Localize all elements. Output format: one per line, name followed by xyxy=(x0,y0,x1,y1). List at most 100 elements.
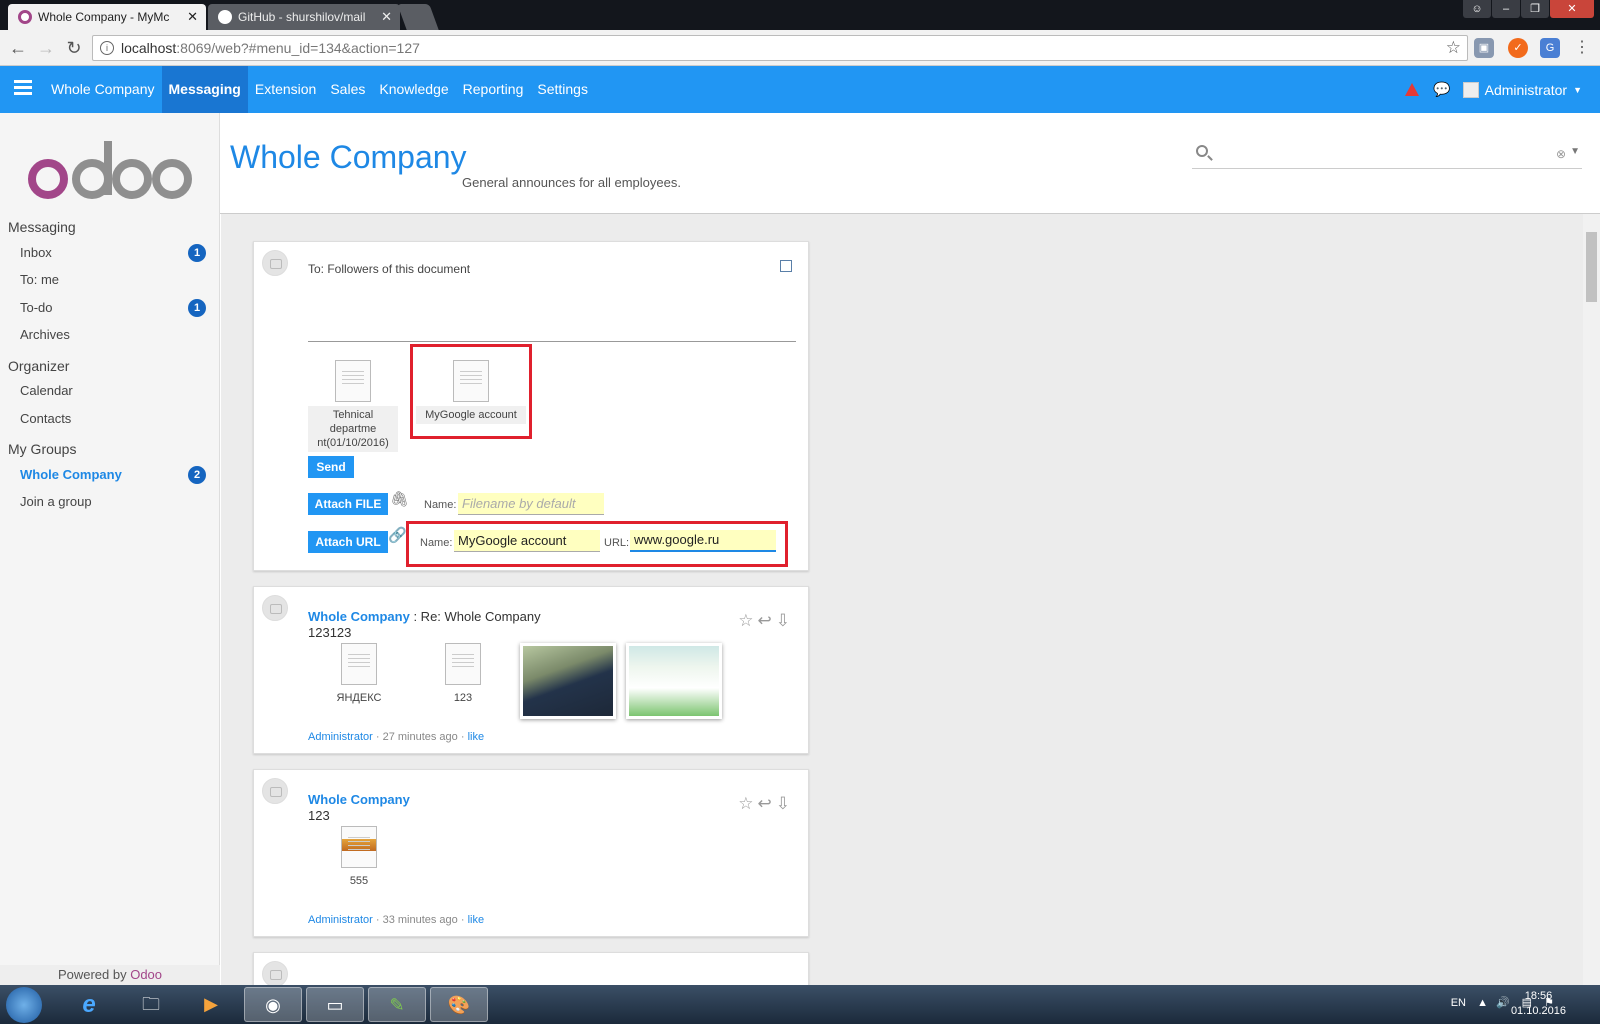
menu-reporting[interactable]: Reporting xyxy=(456,66,531,113)
reply-icon[interactable]: ↩ xyxy=(758,611,772,630)
warning-icon[interactable] xyxy=(1405,83,1420,96)
user-menu[interactable]: Administrator xyxy=(1485,82,1567,98)
composer-recipients: To: Followers of this document xyxy=(308,262,471,276)
star-icon[interactable]: ☆ xyxy=(738,794,753,813)
message-item: Whole Company : Re: Whole Company 123123… xyxy=(253,586,809,754)
github-favicon-icon xyxy=(218,10,232,24)
scrollbar-thumb[interactable] xyxy=(1586,232,1597,302)
odoo-logo[interactable] xyxy=(26,141,192,201)
sidebar-item-todo[interactable]: To-do 1 xyxy=(20,299,206,317)
sidebar-item-join-group[interactable]: Join a group xyxy=(20,494,206,509)
chat-icon[interactable]: 💬 xyxy=(1433,81,1450,98)
new-tab-button[interactable] xyxy=(397,4,439,30)
extension-shield-icon[interactable]: ▣ xyxy=(1474,38,1494,58)
chrome-icon[interactable]: ◉ xyxy=(244,987,302,1022)
forward-arrow-icon[interactable]: → xyxy=(34,36,58,60)
system-clock[interactable]: 18:56 01.10.2016 xyxy=(1511,989,1566,1019)
sidebar-item-contacts[interactable]: Contacts xyxy=(20,411,206,426)
close-tab-icon[interactable]: ✕ xyxy=(187,4,198,30)
author-link[interactable]: Administrator xyxy=(308,914,373,926)
attachment-item[interactable]: ЯНДЕКС xyxy=(314,643,404,707)
message-textarea[interactable] xyxy=(308,284,796,342)
file-name-field[interactable] xyxy=(458,493,604,515)
reply-icon[interactable]: ↩ xyxy=(758,794,772,813)
tray-arrow-icon[interactable]: ▲ xyxy=(1477,997,1488,1009)
sidebar-item-archives[interactable]: Archives xyxy=(20,327,206,342)
user-icon[interactable]: ☺ xyxy=(1463,0,1491,18)
author-avatar xyxy=(262,250,288,276)
author-link[interactable]: Administrator xyxy=(308,731,373,743)
send-button[interactable]: Send xyxy=(308,456,354,478)
archive-icon[interactable]: ⇩ xyxy=(776,794,790,813)
url-name-label: Name: xyxy=(420,537,453,549)
menu-knowledge[interactable]: Knowledge xyxy=(372,66,455,113)
command-prompt-icon[interactable]: ▭ xyxy=(306,987,364,1022)
sidebar-item-to-me[interactable]: To: me xyxy=(20,272,206,287)
attachment-item[interactable]: MyGoogle account xyxy=(416,360,526,424)
media-player-icon[interactable]: ▶ xyxy=(182,987,240,1022)
sidebar-item-whole-company[interactable]: Whole Company 2 xyxy=(20,466,206,484)
bookmark-star-icon[interactable]: ☆ xyxy=(1446,36,1461,60)
translate-icon[interactable]: G xyxy=(1540,38,1560,58)
odoo-link[interactable]: Odoo xyxy=(130,967,162,982)
url-name-field[interactable] xyxy=(454,530,600,552)
attachment-label: ЯНДЕКС xyxy=(336,692,382,704)
restore-icon[interactable]: ❐ xyxy=(1521,0,1549,18)
attachment-item[interactable]: Tehnical departme nt(01/10/2016) xyxy=(308,360,398,452)
attachment-item[interactable]: 555 xyxy=(314,826,404,890)
url-input[interactable]: i localhost:8069/web?#menu_id=134&action… xyxy=(92,35,1468,61)
star-icon[interactable]: ☆ xyxy=(738,611,753,630)
close-tab-icon[interactable]: ✕ xyxy=(381,4,392,30)
message-header: Whole Company xyxy=(308,792,410,807)
archive-icon[interactable]: ⇩ xyxy=(776,611,790,630)
like-link[interactable]: like xyxy=(468,914,485,926)
website-screenshot-thumbnail[interactable] xyxy=(626,643,722,719)
group-link[interactable]: Whole Company xyxy=(308,609,410,624)
message-subject: : Re: Whole Company xyxy=(409,609,541,624)
back-arrow-icon[interactable]: ← xyxy=(6,36,30,60)
group-link[interactable]: Whole Company xyxy=(308,792,410,807)
extension-orange-icon[interactable]: ✓ xyxy=(1508,38,1528,58)
sidebar-item-inbox[interactable]: Inbox 1 xyxy=(20,244,206,262)
language-indicator[interactable]: EN xyxy=(1451,997,1466,1009)
sidebar-item-label: Calendar xyxy=(20,383,73,398)
notepad-icon[interactable]: ✎ xyxy=(368,987,426,1022)
file-name-label: Name: xyxy=(424,499,457,511)
chrome-menu-icon[interactable]: ⋮ xyxy=(1570,36,1594,60)
menu-sales[interactable]: Sales xyxy=(323,66,372,113)
paperclip-icon: 🖇 xyxy=(390,491,410,508)
internet-explorer-icon[interactable]: e xyxy=(60,987,118,1022)
minimize-icon[interactable]: – xyxy=(1492,0,1520,18)
author-avatar xyxy=(262,595,288,621)
start-button[interactable] xyxy=(6,987,42,1023)
sidebar-item-calendar[interactable]: Calendar xyxy=(20,383,206,398)
menu-settings[interactable]: Settings xyxy=(530,66,595,113)
search-input[interactable]: ⊗ ▼ xyxy=(1192,143,1582,169)
browser-tab-strip: Whole Company - MyMc ✕ GitHub - shurshil… xyxy=(0,0,1600,30)
info-icon[interactable]: i xyxy=(100,41,114,55)
reload-icon[interactable]: ↻ xyxy=(62,36,86,60)
volume-icon[interactable]: 🔊 xyxy=(1496,996,1510,1009)
menu-messaging[interactable]: Messaging xyxy=(161,66,248,113)
browser-tab-active[interactable]: Whole Company - MyMc ✕ xyxy=(8,4,206,30)
avatar[interactable] xyxy=(1462,81,1479,98)
chevron-down-icon[interactable]: ▼ xyxy=(1573,85,1582,95)
paint-icon[interactable]: 🎨 xyxy=(430,987,488,1022)
odoo-favicon-icon xyxy=(18,10,32,24)
file-explorer-icon[interactable]: 🗀 xyxy=(122,987,180,1022)
expand-composer-icon[interactable] xyxy=(780,260,792,272)
photo-thumbnail[interactable] xyxy=(520,643,616,719)
clear-search-icon[interactable]: ⊗ xyxy=(1556,147,1566,161)
menu-whole-company[interactable]: Whole Company xyxy=(44,66,162,113)
hamburger-menu-icon[interactable] xyxy=(14,80,32,98)
menu-extension[interactable]: Extension xyxy=(248,66,323,113)
browser-tab-github[interactable]: GitHub - shurshilov/mail ✕ xyxy=(208,4,400,30)
close-window-icon[interactable]: ✕ xyxy=(1550,0,1594,18)
attachment-item[interactable]: 123 xyxy=(418,643,508,707)
vertical-scrollbar[interactable] xyxy=(1583,214,1600,985)
like-link[interactable]: like xyxy=(468,731,485,743)
search-options-dropdown-icon[interactable]: ▼ xyxy=(1570,146,1580,157)
attach-url-button[interactable]: Attach URL xyxy=(308,531,388,553)
attach-file-button[interactable]: Attach FILE xyxy=(308,493,388,515)
url-field[interactable] xyxy=(630,530,776,552)
